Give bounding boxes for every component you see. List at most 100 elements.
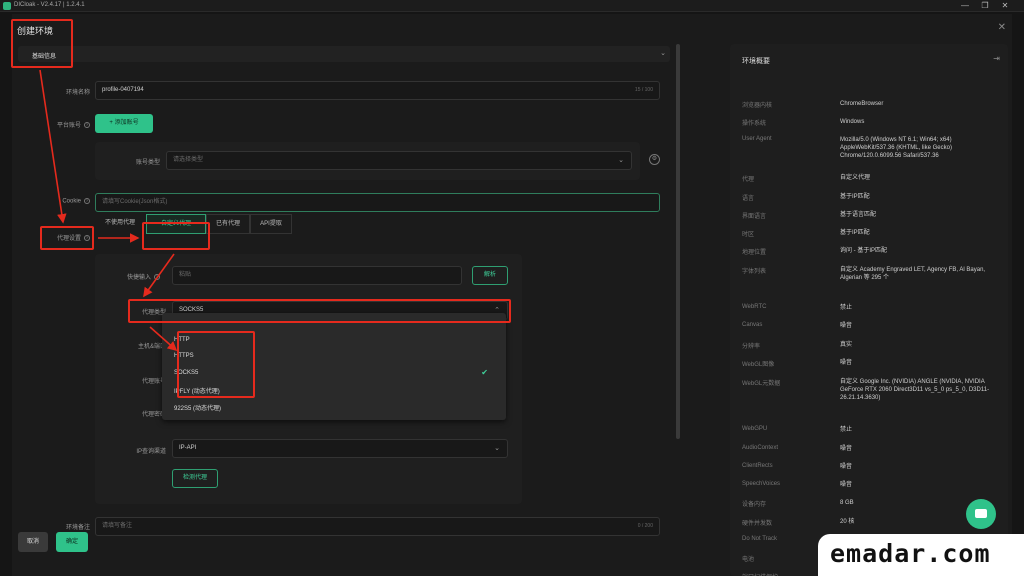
add-account-button[interactable]: + 添加账号 <box>95 114 153 133</box>
annotation-box-create-env <box>11 19 73 68</box>
overview-value: Windows <box>840 119 865 125</box>
cookie-input[interactable]: 请填写Cookie(Json格式) <box>95 193 660 212</box>
overview-value: 基于IP匹配 <box>840 194 870 200</box>
env-name-label: 环境名称 <box>65 90 90 96</box>
overview-key: 分辨率 <box>742 344 761 350</box>
overview-key: 字体列表 <box>742 269 767 275</box>
environment-overview-panel: 环境概要 ⇥ 浏览器内核 ChromeBrowser 操作系统 Windows User… <box>730 44 1008 576</box>
form-scrollbar[interactable] <box>676 44 680 439</box>
ip-channel-value: IP-API <box>179 445 197 451</box>
maximize-button[interactable]: ❐ <box>977 0 993 12</box>
overview-key: AudioContext <box>742 445 779 451</box>
overview-key: 语言 <box>742 196 755 202</box>
annotation-box-options <box>177 331 255 398</box>
info-icon: ? <box>84 198 90 204</box>
env-name-counter: 15 / 100 <box>634 87 653 93</box>
window-close-button[interactable]: ✕ <box>997 0 1013 12</box>
minimize-button[interactable]: — <box>957 0 973 12</box>
overview-value: ChromeBrowser <box>840 101 884 107</box>
ip-channel-label: IP查询渠道 <box>136 449 166 455</box>
chevron-down-icon: ⌄ <box>618 157 624 164</box>
overview-key: 操作系统 <box>742 121 767 127</box>
overview-key: SpeechVoices <box>742 481 781 487</box>
overview-value: 基于IP匹配 <box>840 230 870 236</box>
option-922s5[interactable]: 922S5 (动态代理) <box>174 403 221 412</box>
remark-placeholder: 请填写备注 <box>102 523 133 529</box>
overview-key: 界面语言 <box>742 214 767 220</box>
remark-label: 环境备注 <box>65 525 90 531</box>
overview-value: 真实 <box>840 342 853 348</box>
chat-support-icon[interactable] <box>966 499 996 529</box>
overview-key: 时区 <box>742 232 755 238</box>
overview-key: Do Not Track <box>742 536 778 542</box>
dialog-close-icon[interactable]: ✕ <box>998 22 1006 33</box>
export-icon[interactable]: ⇥ <box>993 54 1000 63</box>
tab-existing-proxy[interactable]: 已有代理 <box>206 214 250 234</box>
overview-value: 噪音 <box>840 360 853 366</box>
confirm-button[interactable]: 确定 <box>56 532 88 552</box>
overview-value: 噪音 <box>840 446 853 452</box>
overview-value: 自定义 Google Inc. (NVIDIA) ANGLE (NVIDIA, … <box>840 379 990 401</box>
quick-input-field[interactable]: 粘贴 <box>172 266 462 285</box>
overview-value: 询问 - 基于IP匹配 <box>840 248 888 254</box>
info-icon: ? <box>154 274 160 281</box>
tab-api-extract[interactable]: API提取 <box>250 214 292 234</box>
watermark-text: emadar.com <box>830 539 991 568</box>
overview-value: 噪音 <box>840 482 853 488</box>
account-type-select[interactable]: 请选择类型 ⌄ <box>166 151 632 170</box>
overview-value: 噪音 <box>840 323 853 329</box>
remark-input[interactable]: 请填写备注 0 / 200 <box>95 517 660 536</box>
overview-value: 禁止 <box>840 427 853 433</box>
overview-key: 电池 <box>742 557 755 563</box>
info-icon: ? <box>84 122 90 129</box>
check-icon: ✔ <box>481 368 488 377</box>
remark-counter: 0 / 200 <box>637 523 653 529</box>
overview-key: ClientRects <box>742 463 773 469</box>
ip-channel-select[interactable]: IP-API ⌄ <box>172 439 508 458</box>
overview-key: 浏览器内核 <box>742 103 773 109</box>
env-name-input[interactable]: profile-0407194 15 / 100 <box>95 81 660 100</box>
cookie-label: Cookie? <box>62 198 90 205</box>
check-proxy-button[interactable]: 检测代理 <box>172 469 218 488</box>
env-name-value: profile-0407194 <box>102 87 144 93</box>
overview-key: Canvas <box>742 322 763 328</box>
overview-key: 代理 <box>742 177 755 183</box>
quick-input-label: 快捷输入? <box>126 274 160 281</box>
account-type-placeholder: 请选择类型 <box>173 157 204 163</box>
overview-value: 自定义 Academy Engraved LET, Agency FB, Al … <box>840 267 986 281</box>
host-port-label: 主机&端口 <box>137 344 166 350</box>
chevron-down-icon: ⌄ <box>494 445 500 452</box>
watermark: emadar.com <box>818 534 1024 576</box>
overview-value: Mozilla/5.0 (Windows NT 6.1; Win64; x64)… <box>840 137 952 159</box>
cancel-button[interactable]: 取消 <box>18 532 48 552</box>
overview-key: 硬件并发数 <box>742 521 773 527</box>
overview-key: 地理位置 <box>742 250 767 256</box>
platform-account-label: 平台账号? <box>56 122 90 129</box>
window-title: DICloak - V2.4.17 | 1.2.4.1 <box>14 2 85 8</box>
window-titlebar: DICloak - V2.4.17 | 1.2.4.1 — ❐ ✕ <box>0 0 1024 12</box>
overview-key: 设备内存 <box>742 502 767 508</box>
overview-title: 环境概要 <box>742 58 770 65</box>
overview-value: 基于语言匹配 <box>840 212 877 218</box>
overview-key: WebGL图像 <box>742 362 775 368</box>
annotation-box-custom-proxy <box>142 222 210 250</box>
proxy-password-label: 代理密码 <box>141 412 166 418</box>
overview-value: 噪音 <box>840 464 853 470</box>
app-logo-icon <box>3 2 11 10</box>
overview-key: 端口扫描保护 <box>742 572 778 576</box>
parse-button[interactable]: 解析 <box>472 266 508 285</box>
account-type-label: 账号类型 <box>135 160 160 166</box>
overview-key: WebGL元数据 <box>742 381 781 387</box>
overview-key: WebGPU <box>742 426 768 432</box>
settings-icon[interactable]: ⚙ <box>649 154 660 165</box>
overview-value: 禁止 <box>840 305 853 311</box>
overview-value: 自定义代理 <box>840 175 871 181</box>
overview-key: User Agent <box>742 136 772 142</box>
overview-key: WebRTC <box>742 304 767 310</box>
proxy-account-label: 代理账号 <box>141 379 166 385</box>
annotation-box-proxy-settings <box>40 226 94 250</box>
basic-info-section-header[interactable]: 基础信息 ⌄ <box>18 46 670 62</box>
annotation-box-proxy-type <box>128 299 511 323</box>
chevron-down-icon: ⌄ <box>660 50 666 57</box>
tab-no-proxy[interactable]: 不使用代理 <box>95 214 145 234</box>
